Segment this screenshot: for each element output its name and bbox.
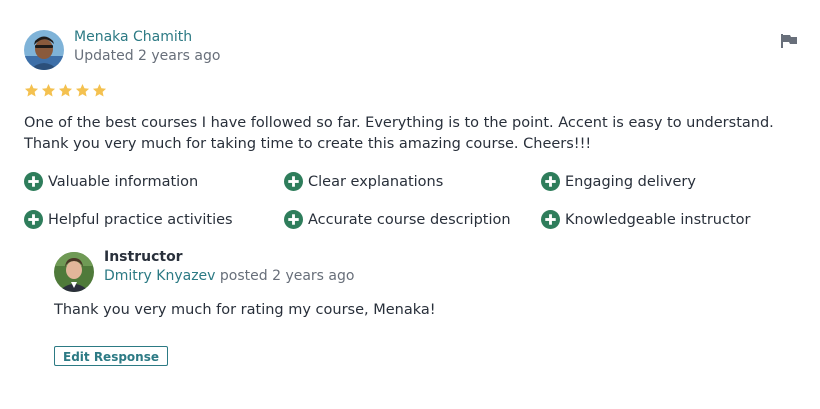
- tag-label: Helpful practice activities: [48, 211, 233, 228]
- plus-circle-icon: [24, 172, 43, 191]
- tag-valuable-information: Valuable information: [24, 172, 198, 191]
- reviewer-name[interactable]: Menaka Chamith: [74, 29, 192, 45]
- review-text: One of the best courses I have followed …: [24, 115, 774, 152]
- response-text: Thank you very much for rating my course…: [54, 302, 436, 318]
- review-tags: Valuable information Clear explanations …: [24, 172, 804, 234]
- tag-knowledgeable-instructor: Knowledgeable instructor: [541, 210, 750, 229]
- instructor-response: Instructor Dmitry Knyazev posted 2 years…: [54, 249, 794, 379]
- avatar-photo: [54, 252, 94, 292]
- review-updated-time: Updated 2 years ago: [74, 48, 221, 64]
- plus-circle-icon: [541, 210, 560, 229]
- plus-circle-icon: [284, 210, 303, 229]
- plus-circle-icon: [24, 210, 43, 229]
- star-icon: [58, 83, 73, 97]
- star-icon: [92, 83, 107, 97]
- tag-label: Engaging delivery: [565, 173, 696, 190]
- tag-engaging-delivery: Engaging delivery: [541, 172, 696, 191]
- tag-helpful-practice-activities: Helpful practice activities: [24, 210, 233, 229]
- tag-label: Clear explanations: [308, 173, 444, 190]
- star-icon: [24, 83, 39, 97]
- star-icon: [41, 83, 56, 97]
- reviewer-avatar[interactable]: [24, 30, 64, 70]
- tag-clear-explanations: Clear explanations: [284, 172, 443, 191]
- edit-response-button[interactable]: Edit Response: [54, 346, 168, 366]
- tag-label: Knowledgeable instructor: [565, 211, 751, 228]
- instructor-role-label: Instructor: [104, 249, 183, 265]
- star-rating: [24, 83, 107, 98]
- star-icon: [75, 83, 90, 97]
- instructor-avatar[interactable]: [54, 252, 94, 292]
- review-card: Menaka Chamith Updated 2 years ago One o…: [0, 0, 820, 409]
- avatar-photo: [24, 30, 64, 70]
- instructor-name-link[interactable]: Dmitry Knyazev: [104, 268, 215, 284]
- tag-label: Valuable information: [48, 173, 199, 190]
- tag-accurate-course-description: Accurate course description: [284, 210, 511, 229]
- flag-icon[interactable]: [781, 34, 797, 48]
- response-posted-time: posted 2 years ago: [215, 268, 355, 284]
- instructor-meta: Dmitry Knyazev posted 2 years ago: [104, 268, 354, 284]
- plus-circle-icon: [541, 172, 560, 191]
- tag-label: Accurate course description: [308, 211, 511, 228]
- plus-circle-icon: [284, 172, 303, 191]
